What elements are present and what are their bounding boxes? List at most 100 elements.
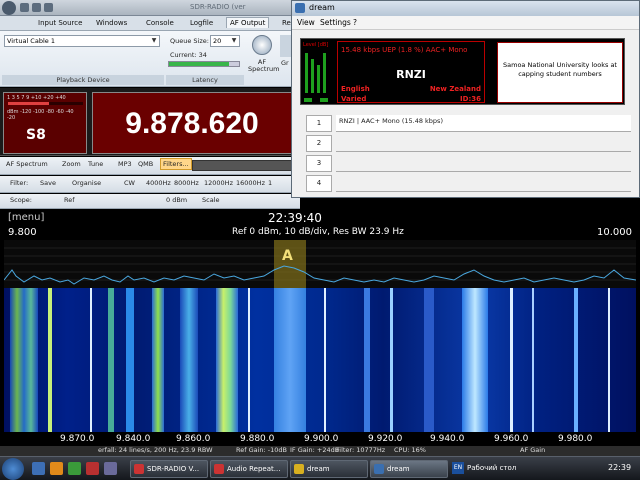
tab-console[interactable]: Console	[146, 19, 174, 27]
app-menu-icon[interactable]	[2, 1, 16, 15]
text-message: Samoa National University looks at cappi…	[497, 42, 623, 103]
quick-launch-icon[interactable]	[86, 462, 99, 475]
service-button[interactable]: 1	[306, 115, 332, 132]
tab-input-source[interactable]: Input Source	[38, 19, 82, 27]
service-row[interactable]: 1 RNZI | AAC+ Mono (15.48 kbps)	[306, 115, 631, 133]
spectrum-toolbar: AF Spectrum Zoom Tune MP3 QMB Filters...	[0, 157, 300, 175]
qmb-tool[interactable]: QMB	[138, 160, 153, 168]
playback-device-select[interactable]: Virtual Cable 1 ▼	[4, 35, 160, 47]
drm-signal	[274, 288, 306, 436]
axis-tick-label: 9.980.0	[558, 434, 593, 444]
service-row[interactable]: 2	[306, 135, 631, 153]
quick-launch-icon[interactable]	[104, 462, 117, 475]
service-button[interactable]: 4	[306, 175, 332, 192]
waterfall-signal	[10, 288, 38, 436]
toolbar-slider[interactable]	[192, 160, 292, 171]
ribbon-tabs: Input Source Windows Console Logfile AF …	[0, 16, 300, 31]
current-label: Current: 34	[170, 51, 207, 59]
waterfall-carrier	[510, 288, 513, 436]
spectrum-menu[interactable]: [menu]	[8, 212, 44, 223]
axis-tick-label: 9.920.0	[368, 434, 403, 444]
level-label: Level [dB]	[303, 42, 329, 48]
waterfall-display[interactable]	[4, 288, 636, 436]
quick-access-icon[interactable]	[20, 3, 29, 12]
queue-size-select[interactable]: 20 ▼	[210, 35, 240, 47]
filter-save-button[interactable]: Save	[40, 179, 56, 187]
dream-app-icon	[374, 464, 384, 474]
service-button[interactable]: 3	[306, 155, 332, 172]
chevron-down-icon: ▼	[151, 37, 157, 44]
zoom-tool[interactable]: Zoom	[62, 160, 81, 168]
af-spectrum-icon	[252, 35, 272, 55]
service-label: RNZI | AAC+ Mono (15.48 kbps)	[336, 115, 631, 132]
waterfall-signal	[364, 288, 370, 436]
filter-12000-button[interactable]: 12000Hz	[204, 179, 233, 187]
country: New Zealand	[429, 85, 481, 93]
scope-label: Scope:	[10, 196, 32, 204]
filter-8000-button[interactable]: 8000Hz	[174, 179, 199, 187]
waterfall-carrier	[48, 288, 52, 436]
task-dream-active[interactable]: dream	[370, 460, 448, 478]
waterfall-carrier	[108, 288, 114, 436]
tab-logfile[interactable]: Logfile	[190, 19, 213, 27]
spectrum-plot[interactable]: A	[3, 240, 637, 288]
tune-tool[interactable]: Tune	[88, 160, 103, 168]
quick-access-icon[interactable]	[32, 3, 41, 12]
filter-cw-button[interactable]: CW	[124, 179, 135, 187]
quick-launch-icon[interactable]	[32, 462, 45, 475]
ref-select[interactable]: Ref	[64, 196, 75, 204]
service-button[interactable]: 2	[306, 135, 332, 152]
task-dream[interactable]: dream	[290, 460, 368, 478]
service-row[interactable]: 3	[306, 155, 631, 173]
waterfall-signal	[152, 288, 164, 436]
filters-button[interactable]: Filters...	[160, 158, 192, 170]
axis-tick-label: 9.840.0	[116, 434, 151, 444]
status-cpu: CPU: 16%	[394, 446, 426, 454]
af-spectrum-tool[interactable]: AF Spectrum	[6, 160, 48, 168]
filter-organise-button[interactable]: Organise	[72, 179, 101, 187]
status-strip: erfall: 24 lines/s, 200 Hz, 23.9 RBW Ref…	[0, 446, 640, 456]
passband-marker-label: A	[282, 248, 293, 264]
dream-title-bar: dream	[292, 1, 639, 16]
menu-help[interactable]: ?	[353, 18, 357, 27]
frequency-display[interactable]: 9.878.620	[92, 92, 292, 154]
tab-af-output[interactable]: AF Output	[226, 17, 270, 28]
station-name: RNZI	[396, 68, 426, 81]
task-sdr-radio[interactable]: SDR-RADIO V...	[130, 460, 208, 478]
tab-re[interactable]: Re	[282, 19, 291, 27]
filter-4000-button[interactable]: 4000Hz	[146, 179, 171, 187]
menu-view[interactable]: View	[297, 18, 315, 27]
menu-settings[interactable]: Settings	[320, 18, 351, 27]
clock[interactable]: 22:39	[608, 463, 631, 472]
mp3-tool[interactable]: MP3	[118, 160, 132, 168]
current-progress	[168, 61, 240, 67]
quick-access-icon[interactable]	[44, 3, 53, 12]
service-row[interactable]: 4	[306, 175, 631, 193]
quick-launch-icon[interactable]	[68, 462, 81, 475]
sdr-title-bar: SDR-RADIO (ver	[0, 0, 300, 16]
desktop-toolbar[interactable]: Рабочий стол	[467, 464, 516, 472]
af-spectrum-button[interactable]	[252, 35, 274, 57]
status-waterfall: erfall: 24 lines/s, 200 Hz, 23.9 RBW	[98, 446, 213, 454]
folder-icon	[294, 464, 304, 474]
spectrum-start-freq: 9.800	[8, 227, 37, 238]
audio-repeater-icon	[214, 464, 224, 474]
scale-select[interactable]: Scale	[202, 196, 220, 204]
axis-tick-label: 9.960.0	[494, 434, 529, 444]
task-audio-repeater[interactable]: Audio Repeat...	[210, 460, 288, 478]
filter-16000-button[interactable]: 16000Hz	[236, 179, 265, 187]
filter-more-button[interactable]: 1	[268, 179, 272, 187]
program-type: Varied	[341, 95, 367, 103]
taskbar: SDR-RADIO V... Audio Repeat... dream dre…	[0, 456, 640, 480]
service-label	[336, 155, 631, 172]
status-filter: Filter: 10777Hz	[336, 446, 386, 454]
sdr-radio-icon	[134, 464, 144, 474]
quick-launch-icon[interactable]	[50, 462, 63, 475]
dream-window: dream View Settings ? Level [dB] 15.48 k…	[291, 0, 640, 198]
level-bar	[323, 53, 326, 93]
waterfall-signal	[180, 288, 198, 436]
start-button[interactable]	[2, 458, 24, 480]
tab-windows[interactable]: Windows	[96, 19, 127, 27]
language-indicator[interactable]: EN	[452, 462, 464, 474]
screen: SDR-RADIO (ver Input Source Windows Cons…	[0, 0, 640, 480]
